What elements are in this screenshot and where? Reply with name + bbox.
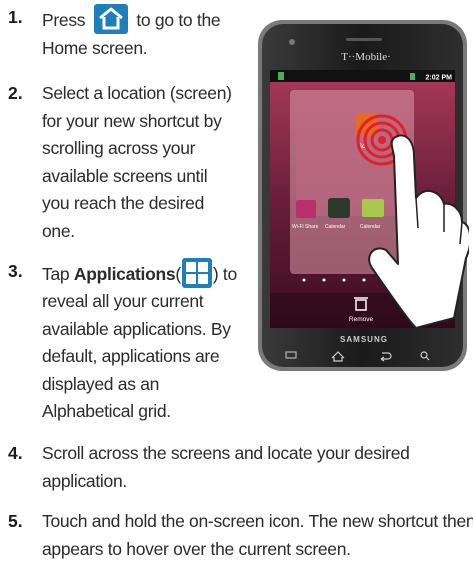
step-2-line-6: one. xyxy=(42,220,75,241)
home-icon xyxy=(93,4,128,34)
step-5-line-1: Touch and hold the on-screen icon. The n… xyxy=(42,511,473,531)
step-2-line-4: available screens until xyxy=(42,165,208,186)
dock-label-2: Calendar xyxy=(325,224,346,230)
step-3-open: ( xyxy=(175,264,181,284)
step-3-pre: Tap xyxy=(42,264,70,284)
step-1-number: 1. xyxy=(8,7,23,27)
remove-label: Remove xyxy=(349,316,374,323)
step-3-close: ) to xyxy=(212,264,237,284)
step-4-line-2: application. xyxy=(42,470,127,491)
step-1-cont: Home screen. xyxy=(42,38,148,58)
step-5-number: 5. xyxy=(8,511,23,531)
step-1-post: to go to the xyxy=(136,10,221,30)
step-1-text: Press to go to the xyxy=(42,4,221,35)
step-3-number: 3. xyxy=(8,261,23,281)
step-3-line-1: reveal all your current xyxy=(42,291,204,311)
step-3-line-5: Alphabetical grid. xyxy=(42,401,171,421)
step-4-line-1: Scroll across the screens and locate you… xyxy=(42,443,410,463)
applications-icon xyxy=(181,258,212,288)
carrier-logo: T··Mobile· xyxy=(341,51,390,63)
dock-label-1: Wi-Fi Share xyxy=(292,224,319,230)
step-3-line-3: default, applications are xyxy=(42,346,220,366)
step-2-line-2: for your new shortcut by xyxy=(42,110,222,131)
step-2-line-3: scrolling across your xyxy=(42,138,196,158)
step-3-line-4: displayed as an xyxy=(42,373,160,394)
step-2-number: 2. xyxy=(8,83,23,103)
brand-label: SAMSUNG xyxy=(340,335,388,344)
step-3-text: Tap Applications( ) to xyxy=(42,258,237,289)
phone-illustration: T··Mobile· 2:02 PM Sc Wi-Fi Share Calend… xyxy=(256,18,472,373)
dock-label-3: Calendar xyxy=(360,224,381,230)
step-4-number: 4. xyxy=(8,443,23,463)
step-3-line-2: available applications. By xyxy=(42,318,231,339)
step-2-line-5: you reach the desired xyxy=(42,193,205,213)
status-time: 2:02 PM xyxy=(426,75,453,82)
step-3-bold: Applications xyxy=(73,264,176,284)
step-5-line-2: appears to hover over the current screen… xyxy=(42,538,351,559)
step-2-line-1: Select a location (screen) xyxy=(42,83,232,103)
phone-svg: T··Mobile· 2:02 PM Sc Wi-Fi Share Calend… xyxy=(258,20,472,371)
step-1-pre: Press xyxy=(42,10,86,30)
